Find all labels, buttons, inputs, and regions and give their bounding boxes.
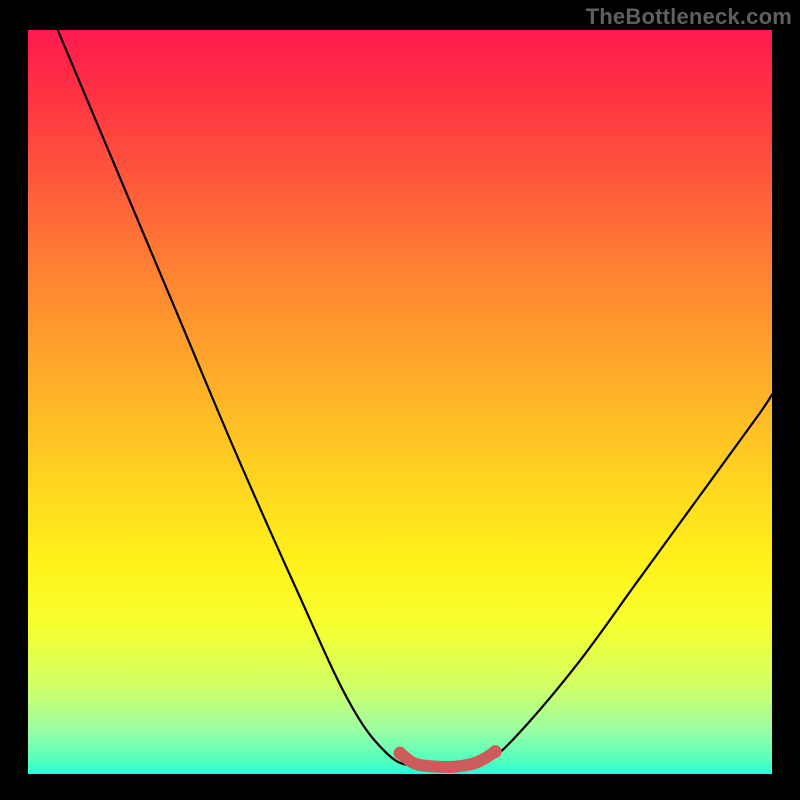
chart-svg-layer bbox=[28, 30, 772, 774]
chart-frame bbox=[28, 30, 772, 774]
watermark-text: TheBottleneck.com bbox=[586, 4, 792, 30]
highlight-end-dot bbox=[489, 745, 502, 758]
optimal-zone-highlight bbox=[400, 752, 495, 767]
bottleneck-curve bbox=[58, 30, 772, 768]
highlight-start-dot bbox=[394, 747, 407, 760]
